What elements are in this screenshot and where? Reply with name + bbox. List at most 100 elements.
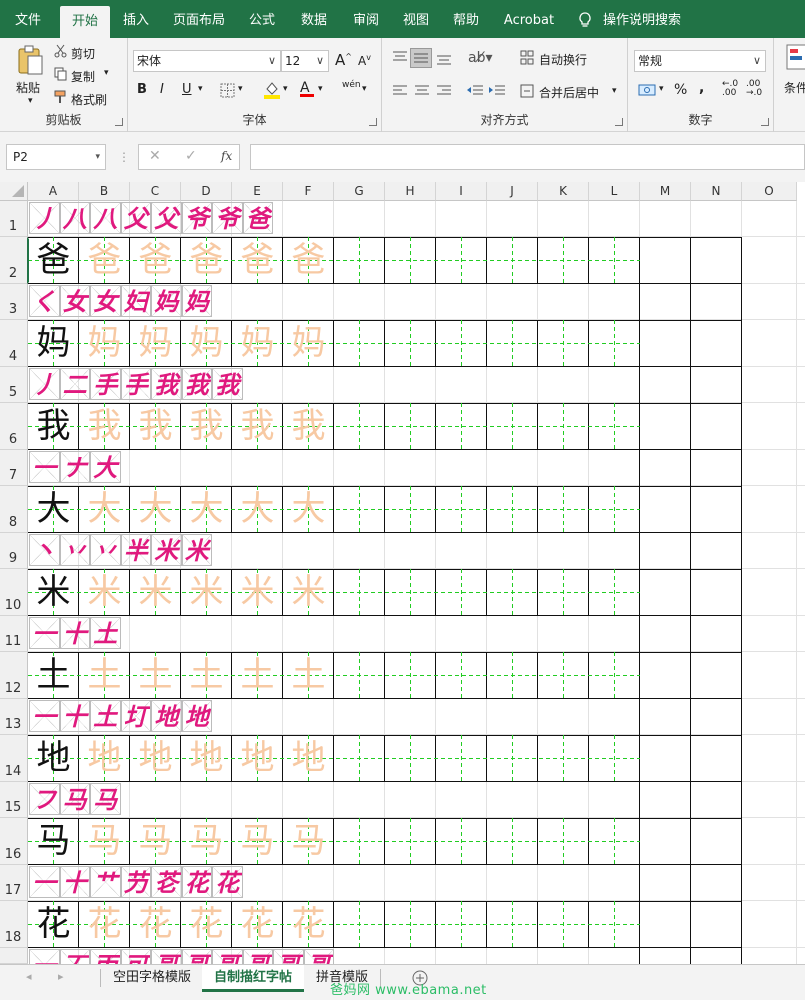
tab-help[interactable]: 帮助	[444, 0, 488, 38]
sheet-tab-blank-grid[interactable]: 空田字格模版	[104, 965, 200, 992]
tab-review[interactable]: 审阅	[344, 0, 388, 38]
underline-button[interactable]: U	[182, 82, 192, 97]
row-header[interactable]: 1	[0, 201, 28, 237]
increase-font-button[interactable]: A^	[335, 51, 352, 69]
row-header[interactable]: 9	[0, 533, 28, 569]
worksheet-grid[interactable]: A B C D E F G H I J K L M N O 1 2 3 4 5 6 7 8 9 10 11 12 13 14 15 16 17…	[0, 182, 805, 964]
stroke-step: 一	[32, 868, 57, 897]
stroke-step: 妇	[123, 287, 148, 316]
tracing-character: 马	[138, 821, 173, 861]
number-launcher-icon[interactable]	[761, 118, 769, 126]
decrease-decimal-button[interactable]: .00 →.0	[746, 80, 762, 98]
stroke-step-cell: 十	[59, 700, 90, 732]
underline-dropdown-icon[interactable]: ▾	[198, 84, 203, 94]
copy-icon	[54, 67, 67, 81]
currency-icon[interactable]	[638, 83, 656, 97]
name-box[interactable]: P2 ▾	[6, 144, 106, 170]
scroll-left-icon[interactable]: ◂	[26, 970, 32, 983]
phonetic-dropdown-icon[interactable]: ▾	[362, 84, 367, 94]
stroke-step-cell: 一	[29, 949, 60, 964]
row-header[interactable]: 7	[0, 450, 28, 486]
bold-button[interactable]: B	[137, 82, 147, 97]
increase-indent-icon[interactable]	[488, 84, 506, 98]
font-size-select[interactable]: 12 ∨	[281, 50, 329, 72]
row-header[interactable]: 13	[0, 699, 28, 735]
tab-formulas[interactable]: 公式	[240, 0, 284, 38]
row-header[interactable]: 18	[0, 901, 28, 948]
format-painter-button[interactable]: 格式刷	[71, 91, 107, 108]
stroke-step: 女	[93, 287, 118, 316]
font-name-select[interactable]: 宋体 ∨	[133, 50, 281, 72]
tab-acrobat[interactable]: Acrobat	[498, 0, 560, 38]
row-header[interactable]: 2	[0, 237, 28, 284]
tracing-character: 妈	[240, 323, 275, 363]
copy-dropdown-icon[interactable]: ▾	[104, 68, 109, 78]
row-header[interactable]	[0, 948, 28, 964]
row-header[interactable]: 4	[0, 320, 28, 367]
stroke-step: 一	[32, 702, 57, 731]
tab-page-layout[interactable]: 页面布局	[166, 0, 232, 38]
tab-insert[interactable]: 插入	[114, 0, 158, 38]
wrap-text-button[interactable]: 自动换行	[539, 51, 587, 68]
paste-dropdown-icon[interactable]: ▾	[28, 96, 33, 106]
conditional-format-button[interactable]: 条件	[784, 79, 805, 96]
row-header[interactable]: 10	[0, 569, 28, 616]
sheet-tab-tracing[interactable]: 自制描红字帖	[202, 965, 304, 992]
merge-dropdown-icon[interactable]: ▾	[612, 86, 617, 96]
tab-home[interactable]: 开始	[60, 6, 110, 38]
row-header[interactable]: 17	[0, 865, 28, 901]
align-top-icon[interactable]	[392, 50, 408, 64]
row-header[interactable]: 3	[0, 284, 28, 320]
paste-button[interactable]: 粘贴	[16, 79, 40, 96]
row-header[interactable]: 14	[0, 735, 28, 782]
tab-file[interactable]: 文件	[6, 0, 50, 38]
decrease-indent-icon[interactable]	[466, 84, 484, 98]
orientation-button[interactable]: ab̸▾	[468, 50, 493, 66]
cell-cursor[interactable]	[27, 237, 79, 284]
merge-center-button[interactable]: 合并后居中	[539, 84, 599, 101]
decrease-font-button[interactable]: Av	[358, 53, 371, 68]
enter-icon[interactable]: ✓	[185, 148, 197, 164]
fill-color-dropdown-icon[interactable]: ▾	[283, 84, 288, 94]
font-color-button[interactable]: A	[300, 80, 314, 97]
align-right-icon[interactable]	[436, 84, 452, 98]
borders-icon[interactable]	[220, 83, 235, 98]
cancel-icon[interactable]: ✕	[149, 148, 161, 164]
tab-data[interactable]: 数据	[292, 0, 336, 38]
scroll-right-icon[interactable]: ▸	[58, 970, 64, 983]
italic-button[interactable]: I	[160, 82, 164, 97]
row-header[interactable]: 6	[0, 403, 28, 450]
row-header[interactable]: 15	[0, 782, 28, 818]
increase-decimal-button[interactable]: ←.0.00	[722, 80, 738, 98]
alignment-launcher-icon[interactable]	[615, 118, 623, 126]
fill-color-icon[interactable]	[264, 81, 280, 99]
font-color-dropdown-icon[interactable]: ▾	[318, 84, 323, 94]
name-box-dropdown-icon[interactable]: ▾	[95, 145, 100, 169]
clipboard-launcher-icon[interactable]	[115, 118, 123, 126]
insert-function-icon[interactable]: fx	[221, 149, 232, 163]
row-header[interactable]: 12	[0, 652, 28, 699]
cut-button[interactable]: 剪切	[71, 45, 95, 62]
row-header[interactable]: 16	[0, 818, 28, 865]
formula-input[interactable]	[250, 144, 805, 170]
row-header[interactable]: 11	[0, 616, 28, 652]
borders-dropdown-icon[interactable]: ▾	[238, 84, 243, 94]
align-bottom-icon[interactable]	[436, 52, 452, 66]
row-header[interactable]: 5	[0, 367, 28, 403]
tab-view[interactable]: 视图	[394, 0, 438, 38]
align-center-icon[interactable]	[414, 84, 430, 98]
font-launcher-icon[interactable]	[369, 118, 377, 126]
stroke-step-cell: 花	[181, 866, 212, 898]
comma-button[interactable]: ,	[699, 80, 704, 96]
paste-icon[interactable]	[16, 44, 44, 76]
copy-button[interactable]: 复制	[71, 68, 95, 85]
align-left-icon[interactable]	[392, 84, 408, 98]
align-middle-button[interactable]	[410, 48, 432, 68]
number-format-select[interactable]: 常规 ∨	[634, 50, 766, 72]
tell-me-search[interactable]: 操作说明搜索	[600, 0, 684, 38]
row-header[interactable]: 8	[0, 486, 28, 533]
phonetic-button[interactable]: wén	[342, 80, 361, 90]
stroke-step: 花	[215, 868, 240, 897]
percent-button[interactable]: %	[674, 82, 687, 98]
currency-dropdown-icon[interactable]: ▾	[659, 84, 664, 94]
